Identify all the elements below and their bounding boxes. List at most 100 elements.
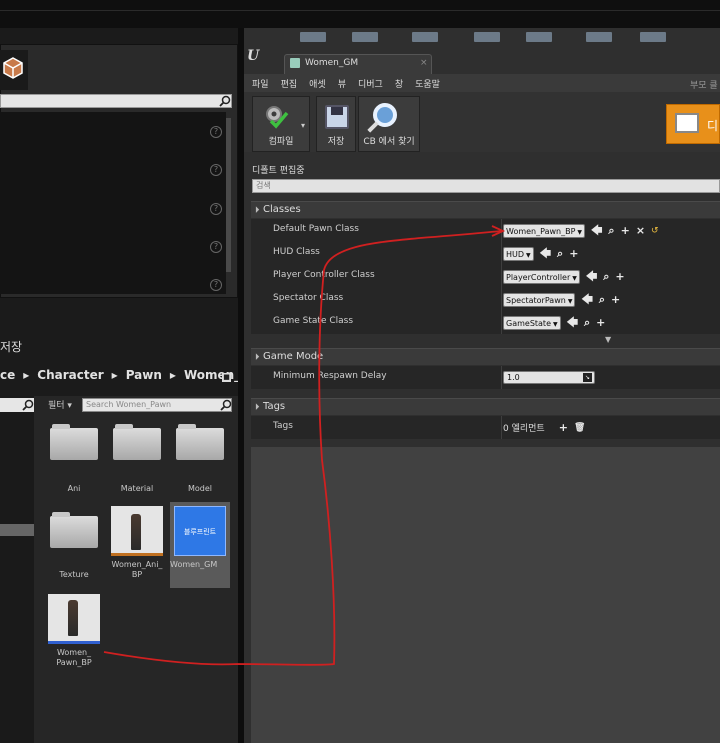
column-splitter[interactable] bbox=[501, 265, 502, 288]
compile-button[interactable]: ▾ 컴파일 bbox=[252, 96, 310, 152]
column-splitter[interactable] bbox=[501, 219, 502, 242]
asset-folder[interactable]: Ani bbox=[44, 424, 104, 494]
asset-anim-blueprint[interactable]: Women_Ani_ BP bbox=[107, 506, 167, 580]
chevron-down-icon: ▼ bbox=[567, 297, 573, 305]
cube-icon[interactable] bbox=[2, 56, 24, 80]
help-icon[interactable]: ? bbox=[210, 126, 222, 138]
folder-icon bbox=[176, 424, 224, 460]
property-row: Player Controller Class PlayerController… bbox=[251, 265, 720, 288]
asset-label: Women_ Pawn_BP bbox=[56, 648, 92, 667]
menu-edit[interactable]: 편집 bbox=[281, 77, 298, 90]
property-row: HUD Class HUD ▼ 🡄 ⌕ + bbox=[251, 242, 720, 265]
add-icon[interactable]: + bbox=[596, 316, 605, 329]
browse-search-icon[interactable]: ⌕ bbox=[599, 293, 605, 306]
lock-icon[interactable]: ■ bbox=[222, 373, 231, 382]
default-pawn-class-combo[interactable]: Women_Pawn_BP ▼ bbox=[503, 223, 586, 238]
asset-folder[interactable]: Model bbox=[170, 424, 230, 494]
close-icon[interactable]: × bbox=[420, 58, 428, 68]
category-game-mode[interactable]: Game Mode bbox=[251, 348, 720, 365]
find-in-cb-button[interactable]: CB 에서 찾기 bbox=[358, 96, 420, 152]
property-label: Minimum Respawn Delay bbox=[273, 371, 387, 381]
folder-icon bbox=[50, 512, 98, 548]
menu-file[interactable]: 파일 bbox=[252, 77, 269, 90]
left-search-input[interactable] bbox=[0, 94, 232, 108]
expand-advanced-icon[interactable]: ▼ bbox=[605, 335, 611, 344]
search-icon[interactable] bbox=[219, 95, 231, 107]
help-icon[interactable]: ? bbox=[210, 164, 222, 176]
use-selected-arrow-icon[interactable]: 🡄 bbox=[586, 270, 597, 283]
chevron-down-icon: ▼ bbox=[553, 320, 558, 328]
tab-title: Women_GM bbox=[305, 58, 359, 68]
browse-search-icon[interactable]: ⌕ bbox=[608, 224, 614, 237]
filter-button[interactable]: 필터 ▾ bbox=[48, 398, 72, 411]
clear-icon[interactable]: × bbox=[636, 224, 645, 237]
menu-view[interactable]: 뷰 bbox=[338, 77, 346, 90]
min-respawn-delay-input[interactable]: 1.0 ↘ bbox=[503, 371, 595, 384]
browse-search-icon[interactable]: ⌕ bbox=[584, 316, 590, 329]
save-button[interactable]: 저장 bbox=[316, 96, 356, 152]
browse-search-icon[interactable]: ⌕ bbox=[603, 270, 609, 283]
left-scrollbar[interactable] bbox=[226, 118, 231, 272]
breadcrumb-item[interactable]: Character bbox=[37, 368, 103, 382]
toolbar-icon[interactable] bbox=[474, 32, 500, 42]
save-all-label[interactable]: 저장 bbox=[0, 338, 22, 355]
toolbar-icon[interactable] bbox=[640, 32, 666, 42]
toolbar-icon[interactable] bbox=[412, 32, 438, 42]
use-selected-arrow-icon[interactable]: 🡄 bbox=[567, 316, 578, 329]
folder-tree-selected[interactable] bbox=[0, 524, 34, 536]
asset-blueprint-selected[interactable]: 블루프린트 Women_GM bbox=[170, 502, 230, 588]
help-icon[interactable]: ? bbox=[210, 241, 222, 253]
trash-icon[interactable]: 🗑 bbox=[574, 422, 585, 434]
asset-label: Ani bbox=[67, 484, 81, 493]
menu-help[interactable]: 도움말 bbox=[415, 77, 440, 90]
reset-icon[interactable]: ↺ bbox=[651, 226, 659, 236]
find-in-cb-label: CB 에서 찾기 bbox=[363, 137, 415, 147]
help-icon[interactable]: ? bbox=[210, 279, 222, 291]
class-defaults-button[interactable]: 디 bbox=[666, 104, 720, 144]
resize-handle-icon[interactable]: ↘ bbox=[583, 373, 592, 382]
search-icon[interactable] bbox=[22, 399, 34, 411]
add-icon[interactable]: + bbox=[569, 247, 578, 260]
chevron-down-icon[interactable]: ▾ bbox=[301, 121, 305, 130]
asset-folder[interactable]: Texture bbox=[44, 512, 104, 580]
player-controller-class-combo[interactable]: PlayerController ▼ bbox=[503, 269, 580, 284]
column-splitter[interactable] bbox=[501, 366, 502, 389]
details-search-input[interactable]: 검색 bbox=[252, 179, 720, 193]
breadcrumb: ce ▸ Character ▸ Pawn ▸ Women_P bbox=[0, 368, 249, 382]
column-splitter[interactable] bbox=[501, 416, 502, 439]
asset-search-input[interactable]: Search Women_Pawn bbox=[82, 398, 232, 412]
menu-asset[interactable]: 애셋 bbox=[309, 77, 326, 90]
toolbar-icon[interactable] bbox=[586, 32, 612, 42]
add-icon[interactable]: + bbox=[559, 421, 568, 434]
property-label: Tags bbox=[273, 421, 293, 431]
property-label: Spectator Class bbox=[273, 293, 344, 303]
add-icon[interactable]: + bbox=[615, 270, 624, 283]
column-splitter[interactable] bbox=[501, 288, 502, 311]
breadcrumb-item[interactable]: Pawn bbox=[126, 368, 162, 382]
hud-class-combo[interactable]: HUD ▼ bbox=[503, 246, 534, 261]
help-icon[interactable]: ? bbox=[210, 203, 222, 215]
add-icon[interactable]: + bbox=[621, 224, 630, 237]
toolbar-icon[interactable] bbox=[300, 32, 326, 42]
toolbar-icon[interactable] bbox=[526, 32, 552, 42]
property-row: Tags 0 엘리먼트 + 🗑 bbox=[251, 416, 720, 439]
menu-window[interactable]: 창 bbox=[395, 77, 403, 90]
menu-debug[interactable]: 디버그 bbox=[358, 77, 383, 90]
category-classes[interactable]: Classes bbox=[251, 201, 720, 218]
spectator-class-combo[interactable]: SpectatorPawn ▼ bbox=[503, 292, 576, 307]
browse-search-icon[interactable]: ⌕ bbox=[557, 247, 563, 260]
search-icon[interactable] bbox=[220, 399, 232, 411]
breadcrumb-item[interactable]: ce bbox=[0, 368, 15, 382]
column-splitter[interactable] bbox=[501, 311, 502, 334]
toolbar-icon[interactable] bbox=[352, 32, 378, 42]
use-selected-arrow-icon[interactable]: 🡄 bbox=[540, 247, 551, 260]
add-icon[interactable]: + bbox=[611, 293, 620, 306]
use-selected-arrow-icon[interactable]: 🡄 bbox=[591, 224, 602, 237]
asset-folder[interactable]: Material bbox=[107, 424, 167, 494]
game-state-class-combo[interactable]: GameState ▼ bbox=[503, 315, 561, 330]
property-label: HUD Class bbox=[273, 247, 320, 257]
asset-pawn-blueprint[interactable]: Women_ Pawn_BP bbox=[44, 594, 104, 668]
category-tags[interactable]: Tags bbox=[251, 398, 720, 415]
column-splitter[interactable] bbox=[501, 242, 502, 265]
use-selected-arrow-icon[interactable]: 🡄 bbox=[581, 293, 592, 306]
